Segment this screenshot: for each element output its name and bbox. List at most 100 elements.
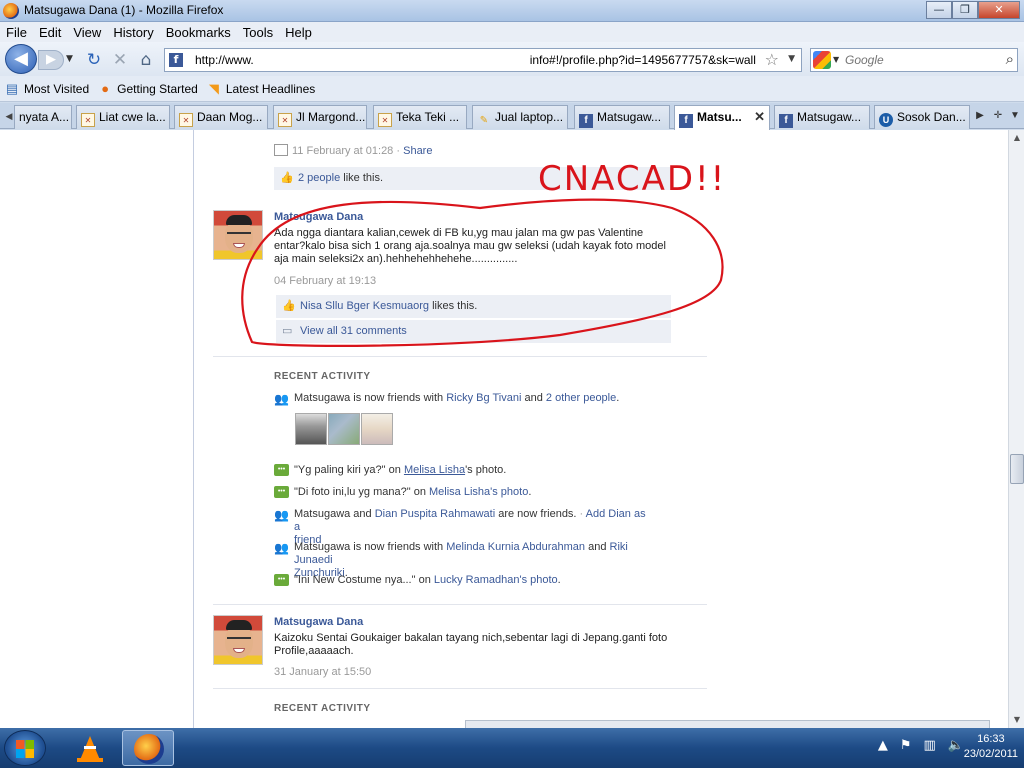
new-tab-icon[interactable]: ✛ <box>990 107 1006 125</box>
search-input[interactable] <box>845 52 995 68</box>
bookmark-latest-headlines[interactable]: ◥ Latest Headlines <box>206 81 315 97</box>
page-icon: ✕ <box>278 113 292 127</box>
menu-view[interactable]: View <box>73 25 101 40</box>
close-tab-icon[interactable]: ✕ <box>754 109 765 125</box>
url-suffix: info#!/profile.php?id=1495677757&sk=wall <box>529 53 756 67</box>
tab-list-icon[interactable]: ▼ <box>1007 107 1023 125</box>
activity-text: . <box>557 574 561 586</box>
scrollbar-thumb[interactable] <box>1010 454 1024 484</box>
tab-5[interactable]: ✎ Jual laptop... <box>472 105 568 129</box>
tab-9[interactable]: U Sosok Dan... <box>874 105 970 129</box>
firefox-icon <box>3 3 19 19</box>
post-author[interactable]: Matsugawa Dana <box>274 616 363 628</box>
back-button[interactable]: ◀ <box>5 44 37 74</box>
tab-scroll-right-icon[interactable]: ▶ <box>972 107 988 125</box>
maximize-button[interactable]: ❐ <box>952 1 978 19</box>
clock[interactable]: 16:33 23/02/2011 <box>964 732 1018 762</box>
tab-bar: ◀ nyata A... ✕ Liat cwe la... ✕ Daan Mog..… <box>0 103 1024 130</box>
menu-help[interactable]: Help <box>285 25 312 40</box>
url-dropdown-icon[interactable]: ▼ <box>788 54 795 64</box>
person-link[interactable]: Melisa Lisha <box>404 464 465 476</box>
facebook-icon: f <box>579 114 593 128</box>
network-icon[interactable]: ▥ <box>924 738 936 753</box>
facebook-icon: f <box>779 114 793 128</box>
vertical-scrollbar[interactable]: ▲ ▼ <box>1008 130 1024 728</box>
bookmark-most-visited[interactable]: ▤ Most Visited <box>4 81 89 97</box>
photo-link[interactable]: Melisa Lisha's photo <box>429 486 528 498</box>
menu-bookmarks[interactable]: Bookmarks <box>166 25 231 40</box>
navigation-toolbar: ◀ ▶ ▼ ↻ ✕ ⌂ f http://www. info#!/profile.… <box>0 42 1024 76</box>
address-bar[interactable]: f http://www. info#!/profile.php?id=14956… <box>164 48 802 72</box>
vlc-taskbar-icon[interactable] <box>64 730 116 766</box>
url-text[interactable]: http://www. info#!/profile.php?id=1495677… <box>195 53 756 67</box>
bookmark-label: Most Visited <box>24 81 90 96</box>
friends-icon: 👥 <box>274 541 289 555</box>
friend-photo[interactable] <box>361 413 393 445</box>
site-u-icon: U <box>879 113 893 127</box>
tab-label: Daan Mog... <box>197 110 263 124</box>
bookmark-label: Getting Started <box>117 81 198 96</box>
other-people-link[interactable]: 2 other people <box>546 392 616 404</box>
activity-text: Matsugawa is now friends with <box>294 541 447 553</box>
page-icon: ✕ <box>378 113 392 127</box>
stop-icon[interactable]: ✕ <box>110 50 130 70</box>
tab-label: Sosok Dan... <box>897 110 966 124</box>
friend-link[interactable]: Melinda Kurnia Abdurahman <box>446 541 585 553</box>
chat-bar[interactable] <box>465 720 990 728</box>
tab-1[interactable]: ✕ Liat cwe la... <box>76 105 170 129</box>
window-title: Matsugawa Dana (1) - Mozilla Firefox <box>24 3 224 17</box>
start-button[interactable] <box>4 730 46 766</box>
tab-0[interactable]: nyata A... <box>14 105 72 129</box>
history-dropdown-icon[interactable]: ▼ <box>66 54 73 64</box>
page-icon: ✕ <box>81 113 95 127</box>
comment-icon: ••• <box>274 574 289 586</box>
facebook-icon: f <box>679 114 693 128</box>
scroll-up-icon[interactable]: ▲ <box>1009 130 1024 146</box>
google-engine-icon[interactable] <box>813 51 831 69</box>
tab-label: Matsu... <box>697 110 742 124</box>
friend-photo[interactable] <box>328 413 360 445</box>
menu-tools[interactable]: Tools <box>243 25 273 40</box>
tab-label: Jl Margond... <box>296 110 366 124</box>
tab-8[interactable]: f Matsugaw... <box>774 105 870 129</box>
photo-link[interactable]: Lucky Ramadhan's photo <box>434 574 558 586</box>
friends-icon: 👥 <box>274 392 289 406</box>
bookmark-star-icon[interactable]: ☆ <box>765 50 779 69</box>
firefox-icon: ● <box>101 80 110 96</box>
show-hidden-icons-icon[interactable]: ▲ <box>878 738 888 753</box>
engine-dropdown-icon[interactable]: ▼ <box>833 55 839 64</box>
tab-6[interactable]: f Matsugaw... <box>574 105 670 129</box>
annotation-text: CNACAD!! <box>538 159 726 199</box>
tab-3[interactable]: ✕ Jl Margond... <box>273 105 367 129</box>
recent-activity-title: RECENT ACTIVITY <box>274 703 371 714</box>
firefox-taskbar-button[interactable] <box>122 730 174 766</box>
menu-file[interactable]: File <box>6 25 27 40</box>
tab-label: Matsugaw... <box>797 110 862 124</box>
bookmark-getting-started[interactable]: ● Getting Started <box>97 81 198 97</box>
avatar[interactable] <box>213 615 263 665</box>
action-center-flag-icon[interactable]: ⚑ <box>900 738 912 753</box>
rss-icon: ◥ <box>208 80 219 96</box>
activity-text: "Yg paling kiri ya?" on <box>294 464 404 476</box>
post-timestamp[interactable]: 31 January at 15:50 <box>274 666 371 678</box>
minimize-button[interactable]: — <box>926 1 952 19</box>
facebook-favicon-icon: f <box>169 53 183 67</box>
scroll-down-icon[interactable]: ▼ <box>1009 712 1024 728</box>
tab-active[interactable]: f Matsu... ✕ <box>674 105 770 130</box>
tab-2[interactable]: ✕ Daan Mog... <box>174 105 268 129</box>
volume-icon[interactable]: 🔈 <box>948 738 964 753</box>
activity-text: and <box>521 392 546 404</box>
reload-icon[interactable]: ↻ <box>84 50 104 70</box>
menu-history[interactable]: History <box>113 25 153 40</box>
tab-4[interactable]: ✕ Teka Teki ... <box>373 105 467 129</box>
menu-edit[interactable]: Edit <box>39 25 61 40</box>
search-bar[interactable]: ▼ ⌕ <box>810 48 1018 72</box>
home-icon[interactable]: ⌂ <box>136 50 156 70</box>
activity-text: 's photo. <box>465 464 507 476</box>
friend-link[interactable]: Dian Puspita Rahmawati <box>375 508 495 520</box>
friend-photo[interactable] <box>295 413 327 445</box>
friend-link[interactable]: Ricky Bg Tivani <box>446 392 521 404</box>
forward-button[interactable]: ▶ <box>38 50 64 70</box>
search-icon[interactable]: ⌕ <box>1006 50 1014 68</box>
close-window-button[interactable]: ✕ <box>978 1 1020 19</box>
